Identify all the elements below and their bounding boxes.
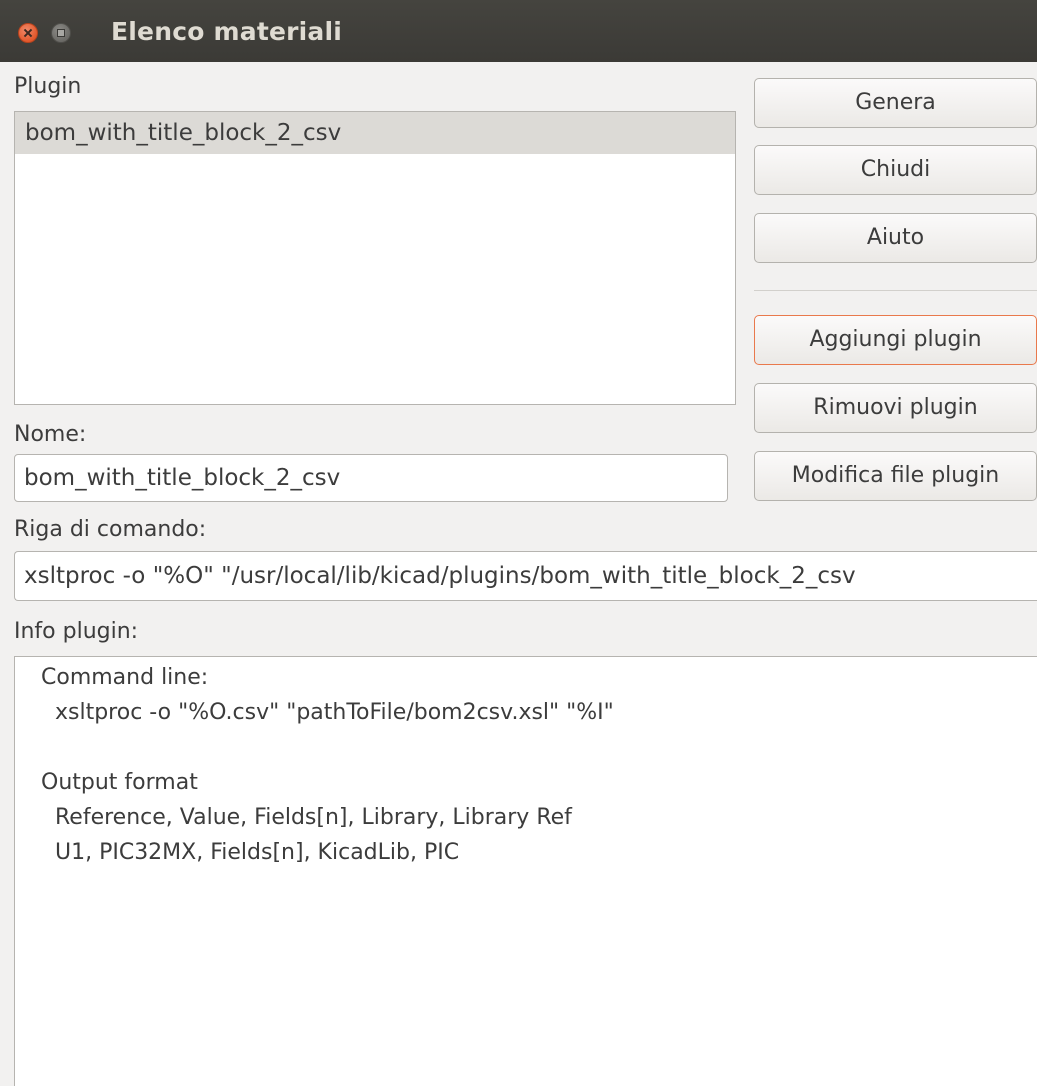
info-line: Output format — [41, 770, 198, 795]
edit-plugin-file-button[interactable]: Modifica file plugin — [754, 451, 1037, 501]
info-line: Reference, Value, Fields[n], Library, Li… — [41, 805, 572, 830]
command-line-input[interactable]: xsltproc -o "%O" "/usr/local/lib/kicad/p… — [14, 551, 1037, 601]
name-field-label: Nome: — [14, 422, 87, 447]
button-separator — [754, 290, 1037, 291]
command-field-label: Riga di comando: — [14, 517, 207, 542]
close-icon[interactable] — [18, 23, 38, 43]
remove-plugin-button[interactable]: Rimuovi plugin — [754, 383, 1037, 433]
title-bar: Elenco materiali — [0, 0, 1037, 62]
help-button[interactable]: Aiuto — [754, 213, 1037, 263]
maximize-icon[interactable] — [51, 23, 71, 43]
plugin-list[interactable]: bom_with_title_block_2_csv — [14, 111, 736, 405]
name-input[interactable]: bom_with_title_block_2_csv — [14, 454, 728, 502]
add-plugin-button[interactable]: Aggiungi plugin — [754, 315, 1037, 365]
plugin-list-label: Plugin — [14, 74, 82, 99]
info-line: xsltproc -o "%O.csv" "pathToFile/bom2csv… — [41, 700, 614, 725]
info-line: Command line: — [41, 665, 209, 690]
window-title: Elenco materiali — [111, 17, 343, 46]
plugin-info-textarea[interactable]: Command line: xsltproc -o "%O.csv" "path… — [14, 656, 1037, 1086]
info-line: U1, PIC32MX, Fields[n], KicadLib, PIC — [41, 840, 460, 865]
plugin-list-item-selected[interactable]: bom_with_title_block_2_csv — [15, 112, 735, 154]
generate-button[interactable]: Genera — [754, 78, 1037, 128]
close-button[interactable]: Chiudi — [754, 145, 1037, 195]
info-plugin-label: Info plugin: — [14, 619, 139, 644]
